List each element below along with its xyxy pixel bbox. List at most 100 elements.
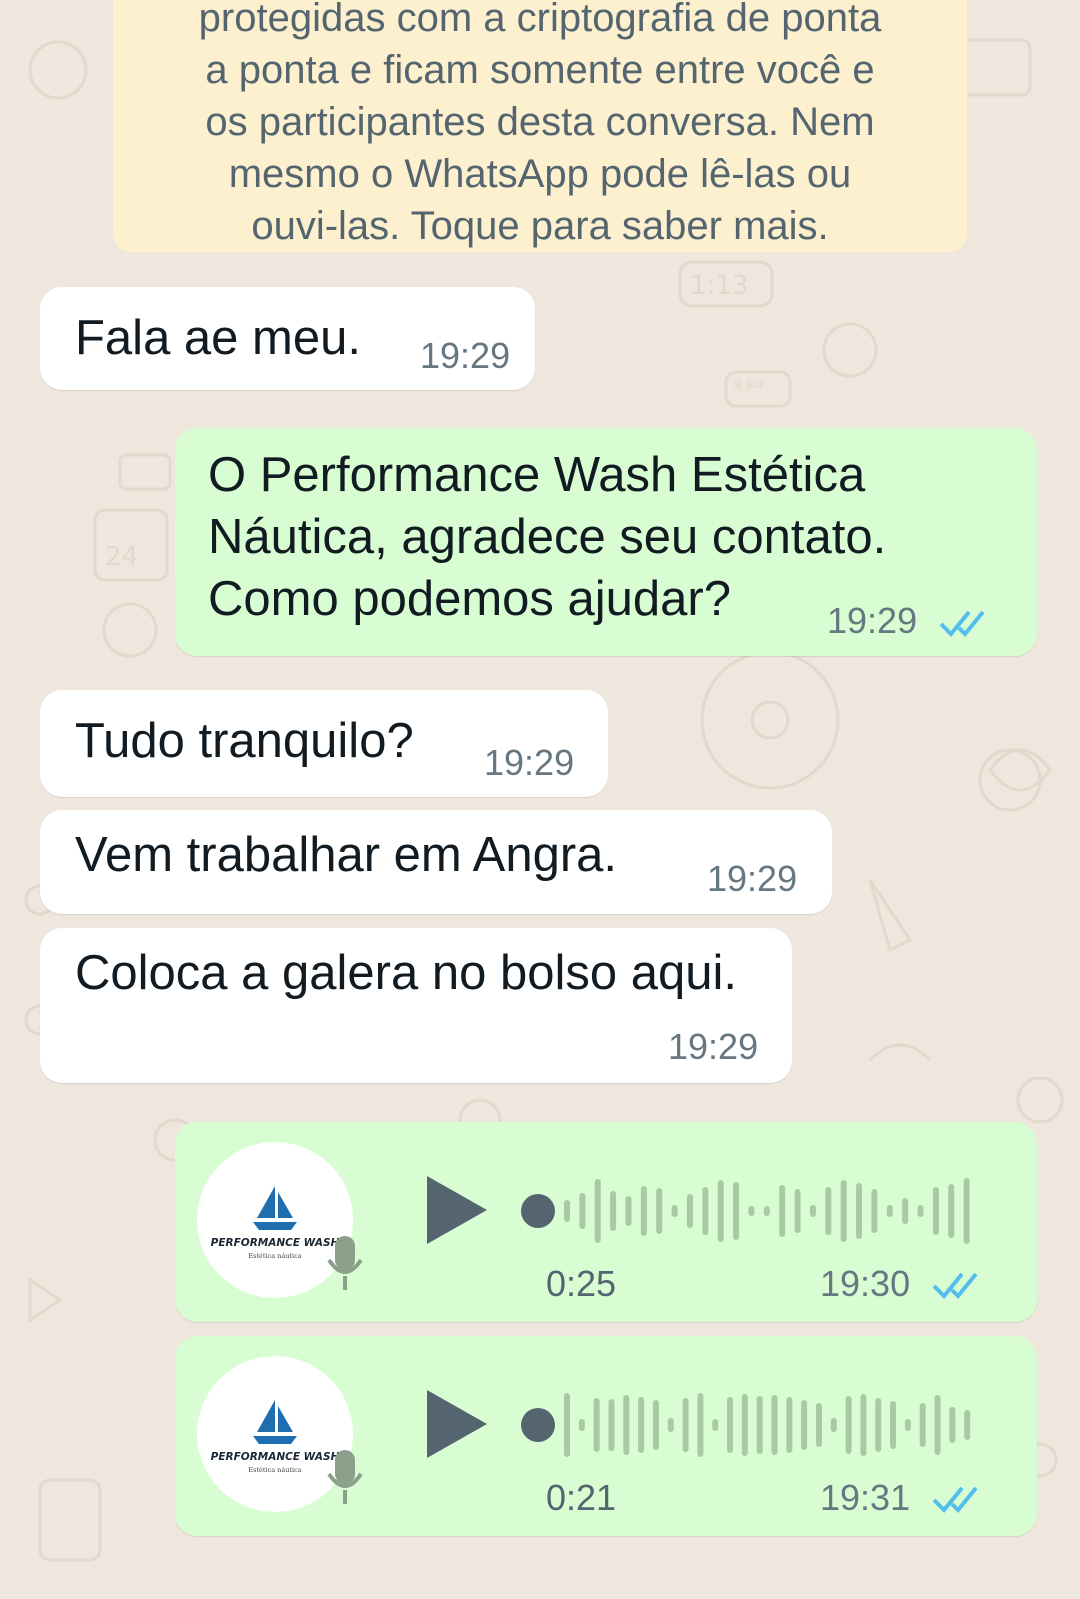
message-text: Tudo tranquilo? — [75, 714, 414, 768]
encryption-notice[interactable]: protegidas com a criptografia de ponta a… — [113, 0, 967, 252]
waveform-bar — [948, 1184, 955, 1238]
microphone-icon — [327, 1450, 363, 1504]
waveform-bar — [845, 1396, 852, 1454]
waveform-bar — [682, 1398, 689, 1452]
waveform-bar — [904, 1419, 911, 1431]
message-text-line: Náutica, agradece seu contato. — [208, 510, 887, 564]
waveform-bar — [671, 1205, 678, 1217]
waveform-bar — [717, 1180, 724, 1242]
waveform-bar — [934, 1395, 941, 1455]
encryption-notice-line: mesmo o WhatsApp pode lê-las ou — [228, 152, 852, 196]
waveform-bar — [623, 1395, 630, 1455]
microphone-icon — [327, 1236, 363, 1290]
waveform-bar — [919, 1403, 926, 1447]
incoming-message[interactable]: Coloca a galera no bolso aqui. 19:29 — [40, 928, 792, 1083]
message-text: Vem trabalhar em Angra. — [75, 828, 618, 882]
play-icon[interactable] — [423, 1386, 493, 1462]
waveform-bar — [771, 1395, 778, 1455]
waveform-bar — [686, 1194, 693, 1228]
read-receipt-icon — [939, 610, 985, 637]
waveform-bar — [625, 1196, 632, 1226]
voice-note-duration: 0:25 — [546, 1263, 617, 1304]
audio-waveform[interactable] — [520, 1166, 980, 1256]
message-text-line: Como podemos ajudar? — [208, 572, 731, 626]
incoming-message[interactable]: Fala ae meu. 19:29 — [40, 287, 535, 390]
waveform-bar — [741, 1394, 748, 1456]
message-time: 19:29 — [707, 858, 798, 899]
waveform-bar — [763, 1206, 770, 1216]
waveform-bar — [756, 1396, 763, 1454]
waveform-bar — [964, 1410, 971, 1440]
avatar-brand-text: PERFORMANCE WASH — [211, 1451, 340, 1463]
waveform-bar — [733, 1182, 740, 1240]
waveform-bar — [963, 1178, 970, 1244]
waveform-bar — [786, 1397, 793, 1453]
waveform-bar — [593, 1398, 600, 1452]
doodle-calendar-text: 24 — [105, 542, 138, 572]
voice-note-message[interactable]: PERFORMANCE WASH Estética náutica 0:21 1… — [175, 1336, 1037, 1536]
waveform-bar — [917, 1205, 924, 1217]
doodle-password-text: *** — [733, 377, 766, 402]
message-text: Coloca a galera no bolso aqui. — [75, 946, 737, 1000]
waveform-bar — [578, 1419, 585, 1431]
message-time: 19:29 — [827, 600, 918, 641]
waveform-bar — [656, 1188, 663, 1234]
waveform-bar — [712, 1419, 719, 1431]
waveform-bar — [564, 1200, 570, 1222]
waveform-bar — [886, 1205, 893, 1217]
waveform-bar — [697, 1393, 704, 1457]
waveform-bar — [652, 1400, 659, 1450]
waveform-bar — [638, 1397, 645, 1453]
waveform-bar — [809, 1205, 816, 1217]
playback-position-dot[interactable] — [521, 1194, 555, 1228]
incoming-message[interactable]: Vem trabalhar em Angra. 19:29 — [40, 810, 832, 914]
avatar-tagline-text: Estética náutica — [248, 1252, 301, 1260]
message-time: 19:29 — [484, 742, 575, 783]
encryption-notice-line: protegidas com a criptografia de ponta — [198, 0, 882, 40]
waveform-bar — [830, 1418, 837, 1432]
waveform-bar — [564, 1393, 570, 1457]
waveform-bar — [902, 1198, 909, 1224]
outgoing-message[interactable]: O Performance Wash Estética Náutica, agr… — [175, 428, 1037, 656]
waveform-bar — [779, 1185, 786, 1237]
avatar-brand-text: PERFORMANCE WASH — [211, 1237, 340, 1249]
waveform-bar — [932, 1187, 939, 1235]
incoming-message[interactable]: Tudo tranquilo? 19:29 — [40, 690, 608, 797]
audio-waveform[interactable] — [520, 1380, 980, 1470]
encryption-notice-line: ouvi-las. Toque para saber mais. — [251, 204, 829, 248]
message-time: 19:29 — [420, 335, 511, 376]
waveform-bar — [860, 1394, 867, 1456]
waveform-bar — [856, 1183, 863, 1239]
waveform-bar — [801, 1400, 808, 1450]
waveform-bar — [871, 1189, 878, 1233]
waveform-bar — [825, 1187, 832, 1235]
voice-note-duration: 0:21 — [546, 1477, 617, 1518]
waveform-bar — [702, 1187, 709, 1235]
waveform-bar — [840, 1180, 847, 1242]
waveform-bar — [667, 1418, 674, 1432]
message-text-line: O Performance Wash Estética — [208, 448, 866, 502]
waveform-bar — [594, 1179, 601, 1243]
message-time: 19:30 — [820, 1263, 911, 1304]
message-time: 19:31 — [820, 1477, 911, 1518]
avatar-tagline-text: Estética náutica — [248, 1466, 301, 1474]
waveform-bar — [579, 1193, 586, 1229]
waveform-bar — [640, 1186, 647, 1236]
read-receipt-icon — [932, 1272, 978, 1299]
message-time: 19:29 — [668, 1026, 759, 1067]
waveform-bar — [727, 1397, 734, 1453]
doodle-clock-text: 1:13 — [690, 271, 748, 301]
waveform-bar — [815, 1403, 822, 1447]
waveform-bar — [748, 1206, 755, 1216]
play-icon[interactable] — [423, 1172, 493, 1248]
waveform-bar — [890, 1401, 897, 1449]
waveform-bar — [949, 1407, 956, 1443]
voice-note-message[interactable]: PERFORMANCE WASH Estética náutica 0:25 1… — [175, 1122, 1037, 1322]
read-receipt-icon — [932, 1486, 978, 1513]
encryption-notice-line: a ponta e ficam somente entre você e — [205, 48, 875, 92]
playback-position-dot[interactable] — [521, 1408, 555, 1442]
waveform-bar — [608, 1399, 615, 1451]
encryption-notice-line: os participantes desta conversa. Nem — [205, 100, 875, 144]
message-text: Fala ae meu. — [75, 311, 361, 365]
waveform-bar — [794, 1189, 801, 1233]
